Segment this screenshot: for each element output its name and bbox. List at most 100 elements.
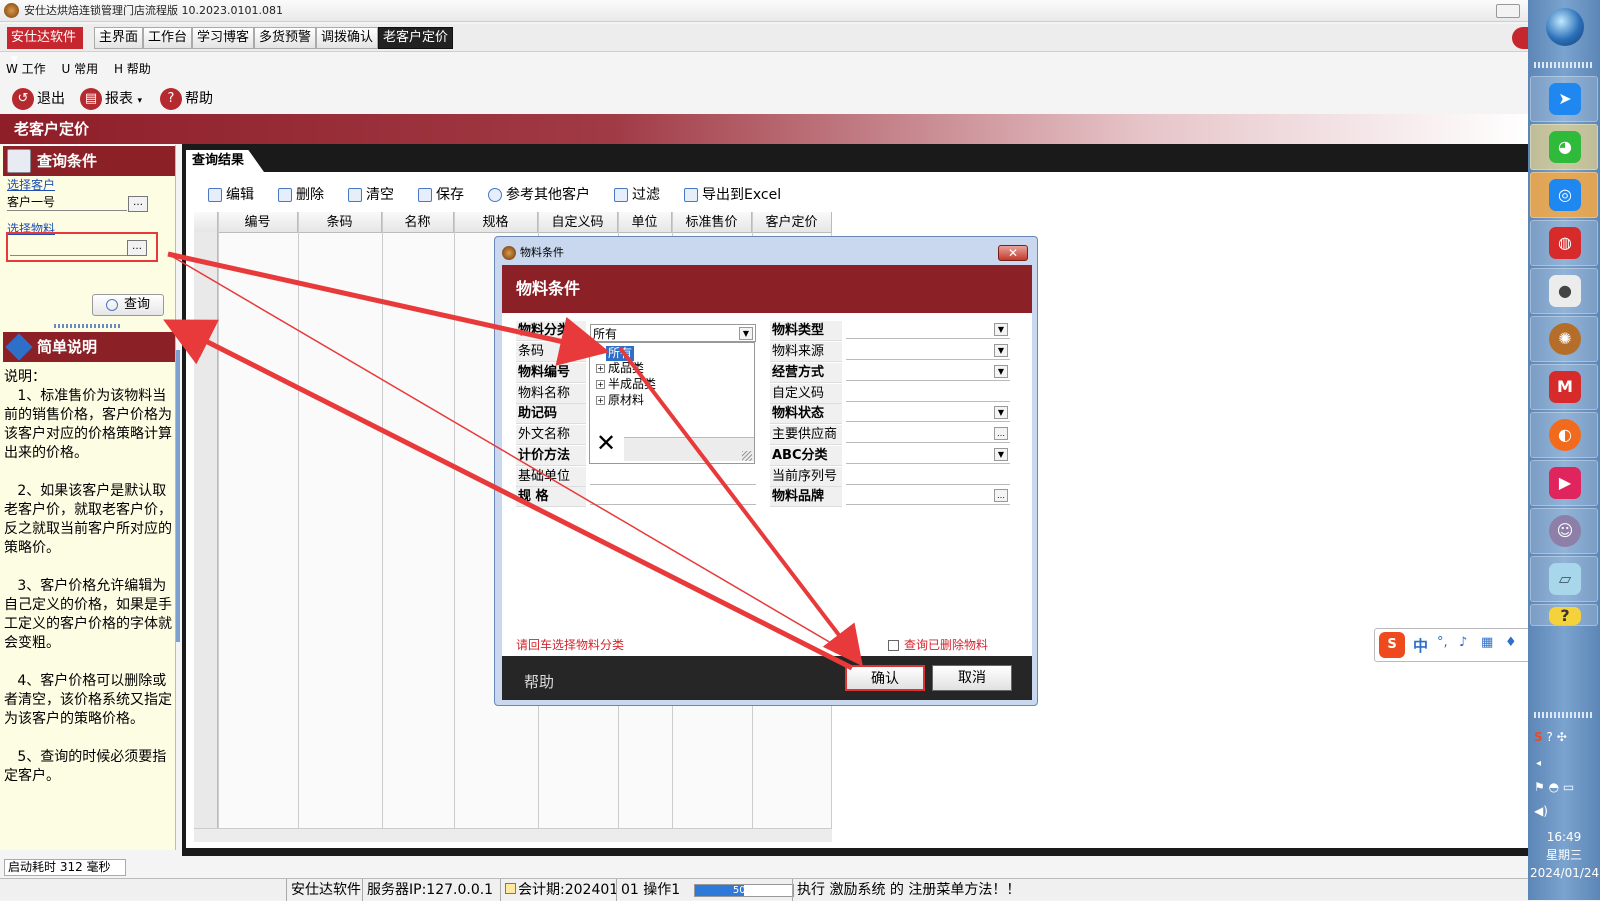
save-button[interactable]: 保存 — [418, 184, 464, 206]
flag-icon[interactable]: ⚑ — [1534, 780, 1545, 794]
col-customer-price[interactable]: 客户定价 — [752, 212, 832, 233]
network-icon[interactable]: ▭ — [1563, 780, 1574, 794]
reference-other-customer-button[interactable]: 参考其他客户 — [488, 184, 590, 206]
taskbar-app-apple[interactable]: ● — [1530, 268, 1598, 314]
taskbar-app-m[interactable]: M — [1530, 364, 1598, 410]
material-field[interactable] — [10, 238, 128, 256]
taskbar-app-bakery[interactable]: ✺ — [1530, 316, 1598, 362]
ellipsis-icon[interactable]: … — [994, 489, 1008, 502]
tab-overstock-alert[interactable]: 多货预警 — [254, 27, 317, 49]
col-barcode[interactable]: 条码 — [298, 212, 382, 233]
dialog-left-field[interactable] — [590, 487, 756, 505]
tab-main[interactable]: 主界面 — [94, 27, 144, 49]
delete-button[interactable]: 删除 — [278, 184, 324, 206]
tree-node-raw-material[interactable]: + 原材料 — [596, 393, 644, 408]
close-x-icon[interactable]: ✕ — [596, 431, 616, 455]
tray-expand-icon[interactable]: ◂ — [1536, 758, 1541, 769]
col-spec[interactable]: 规格 — [454, 212, 538, 233]
category-select[interactable]: 所有 ▼ — [590, 324, 756, 342]
taskbar-grip[interactable] — [1534, 62, 1594, 68]
dialog-close-button[interactable]: ✕ — [998, 245, 1028, 261]
chevron-down-icon[interactable]: ▼ — [994, 406, 1008, 419]
query-button[interactable]: 查询 — [92, 294, 164, 316]
minimize-button[interactable] — [1496, 4, 1520, 18]
deleted-material-checkbox[interactable]: 查询已删除物料 — [888, 636, 988, 653]
chevron-down-icon[interactable]: ▼ — [994, 365, 1008, 378]
filter-button[interactable]: 过滤 — [614, 184, 660, 206]
skin-icon[interactable]: ♦ — [1505, 635, 1517, 650]
col-standard-price[interactable]: 标准售价 — [672, 212, 752, 233]
dialog-right-field[interactable]: ▼ — [846, 321, 1010, 339]
exit-button[interactable]: ↺ 退出 — [12, 86, 65, 112]
resize-grip-icon[interactable] — [742, 451, 752, 461]
confirm-button[interactable]: 确认 — [845, 665, 925, 691]
tree-node-all[interactable]: 所有 — [606, 346, 635, 361]
keyboard-icon[interactable]: ▦ — [1481, 635, 1493, 650]
edit-button[interactable]: 编辑 — [208, 184, 254, 206]
menu-common[interactable]: U 常用 — [62, 62, 99, 76]
expand-icon[interactable]: + — [596, 396, 605, 405]
col-unit[interactable]: 单位 — [618, 212, 672, 233]
category-tree[interactable]: 所有 + 成品类 + 半成品类 + 原材料 ✕ — [589, 342, 755, 464]
tab-workbench[interactable]: 工作台 — [143, 27, 193, 49]
menu-help[interactable]: H 帮助 — [114, 62, 151, 76]
dialog-right-field[interactable]: ▼ — [846, 363, 1010, 381]
select-customer-link[interactable]: 选择客户 — [7, 176, 55, 193]
cancel-button[interactable]: 取消 — [932, 665, 1012, 691]
taskbar-app-notes[interactable]: ▱ — [1530, 556, 1598, 602]
pinwheel-tray-icon[interactable]: ✣ — [1557, 730, 1567, 744]
tree-node-semi-finished[interactable]: + 半成品类 — [596, 377, 656, 392]
chevron-down-icon[interactable]: ▼ — [994, 323, 1008, 336]
checkbox-icon[interactable] — [888, 640, 899, 651]
tab-old-customer-pricing[interactable]: 老客户定价 — [378, 27, 454, 49]
help-button[interactable]: ? 帮助 — [160, 86, 213, 112]
dialog-right-field[interactable]: ▼ — [846, 446, 1010, 464]
taskbar-app-wechat[interactable]: ◕ — [1530, 124, 1598, 170]
ime-language[interactable]: 中 — [1413, 635, 1428, 656]
dialog-right-field[interactable]: ▼ — [846, 342, 1010, 360]
punctuation-icon[interactable]: °, — [1437, 635, 1448, 650]
sogou-icon[interactable]: S — [1379, 632, 1405, 658]
clear-button[interactable]: 清空 — [348, 184, 394, 206]
sogou-tray-icon[interactable]: S — [1534, 730, 1543, 744]
dialog-right-field[interactable] — [846, 467, 1010, 485]
volume-icon[interactable]: ◀) — [1534, 804, 1548, 818]
taskbar-app-avatar[interactable]: ☺ — [1530, 508, 1598, 554]
dialog-right-field[interactable] — [846, 384, 1010, 402]
report-button[interactable]: ▤ 报表 ▾ — [80, 86, 142, 112]
splitter-handle[interactable] — [54, 324, 122, 328]
expand-icon[interactable]: + — [596, 364, 605, 373]
panel-collapse-bar[interactable] — [176, 350, 180, 642]
taskbar-app-browser[interactable]: ◍ — [1530, 220, 1598, 266]
tab-learning-blog[interactable]: 学习博客 — [192, 27, 255, 49]
export-excel-button[interactable]: 导出到Excel — [684, 184, 781, 206]
material-picker-button[interactable]: … — [127, 240, 147, 256]
help-tray-icon[interactable]: ? — [1546, 730, 1552, 744]
tray-grip[interactable] — [1534, 712, 1594, 718]
col-code[interactable]: 编号 — [218, 212, 298, 233]
microphone-icon[interactable]: ♪ — [1459, 635, 1467, 650]
dialog-right-field[interactable]: … — [846, 487, 1010, 505]
taskbar-clock[interactable]: 16:49 星期三 2024/01/24 — [1530, 828, 1599, 882]
col-custom-code[interactable]: 自定义码 — [538, 212, 618, 233]
taskbar-app-help[interactable]: ? — [1530, 604, 1598, 626]
dialog-left-field[interactable] — [590, 467, 756, 485]
col-name[interactable]: 名称 — [382, 212, 454, 233]
chevron-down-icon[interactable]: ▼ — [994, 448, 1008, 461]
close-tab-icon[interactable] — [1512, 27, 1528, 49]
expand-icon[interactable]: + — [596, 380, 605, 389]
taskbar-app-feishu[interactable]: ➤ — [1530, 76, 1598, 122]
taskbar-app-firefox[interactable]: ◐ — [1530, 412, 1598, 458]
dialog-right-field[interactable]: … — [846, 425, 1010, 443]
customer-picker-button[interactable]: … — [128, 196, 148, 212]
customer-field[interactable]: 客户一号 — [7, 193, 127, 211]
chevron-down-icon[interactable]: ▼ — [739, 327, 753, 340]
ellipsis-icon[interactable]: … — [994, 427, 1008, 440]
brand-menu-button[interactable]: 安仕达软件 ▾ — [7, 27, 83, 67]
taskbar-app-chat[interactable]: ◎ — [1530, 172, 1598, 218]
dialog-right-field[interactable]: ▼ — [846, 404, 1010, 422]
dialog-help-link[interactable]: 帮助 — [524, 671, 554, 692]
chevron-down-icon[interactable]: ▼ — [994, 344, 1008, 357]
taskbar-app-video[interactable]: ▶ — [1530, 460, 1598, 506]
menu-work[interactable]: W 工作 — [6, 62, 46, 76]
